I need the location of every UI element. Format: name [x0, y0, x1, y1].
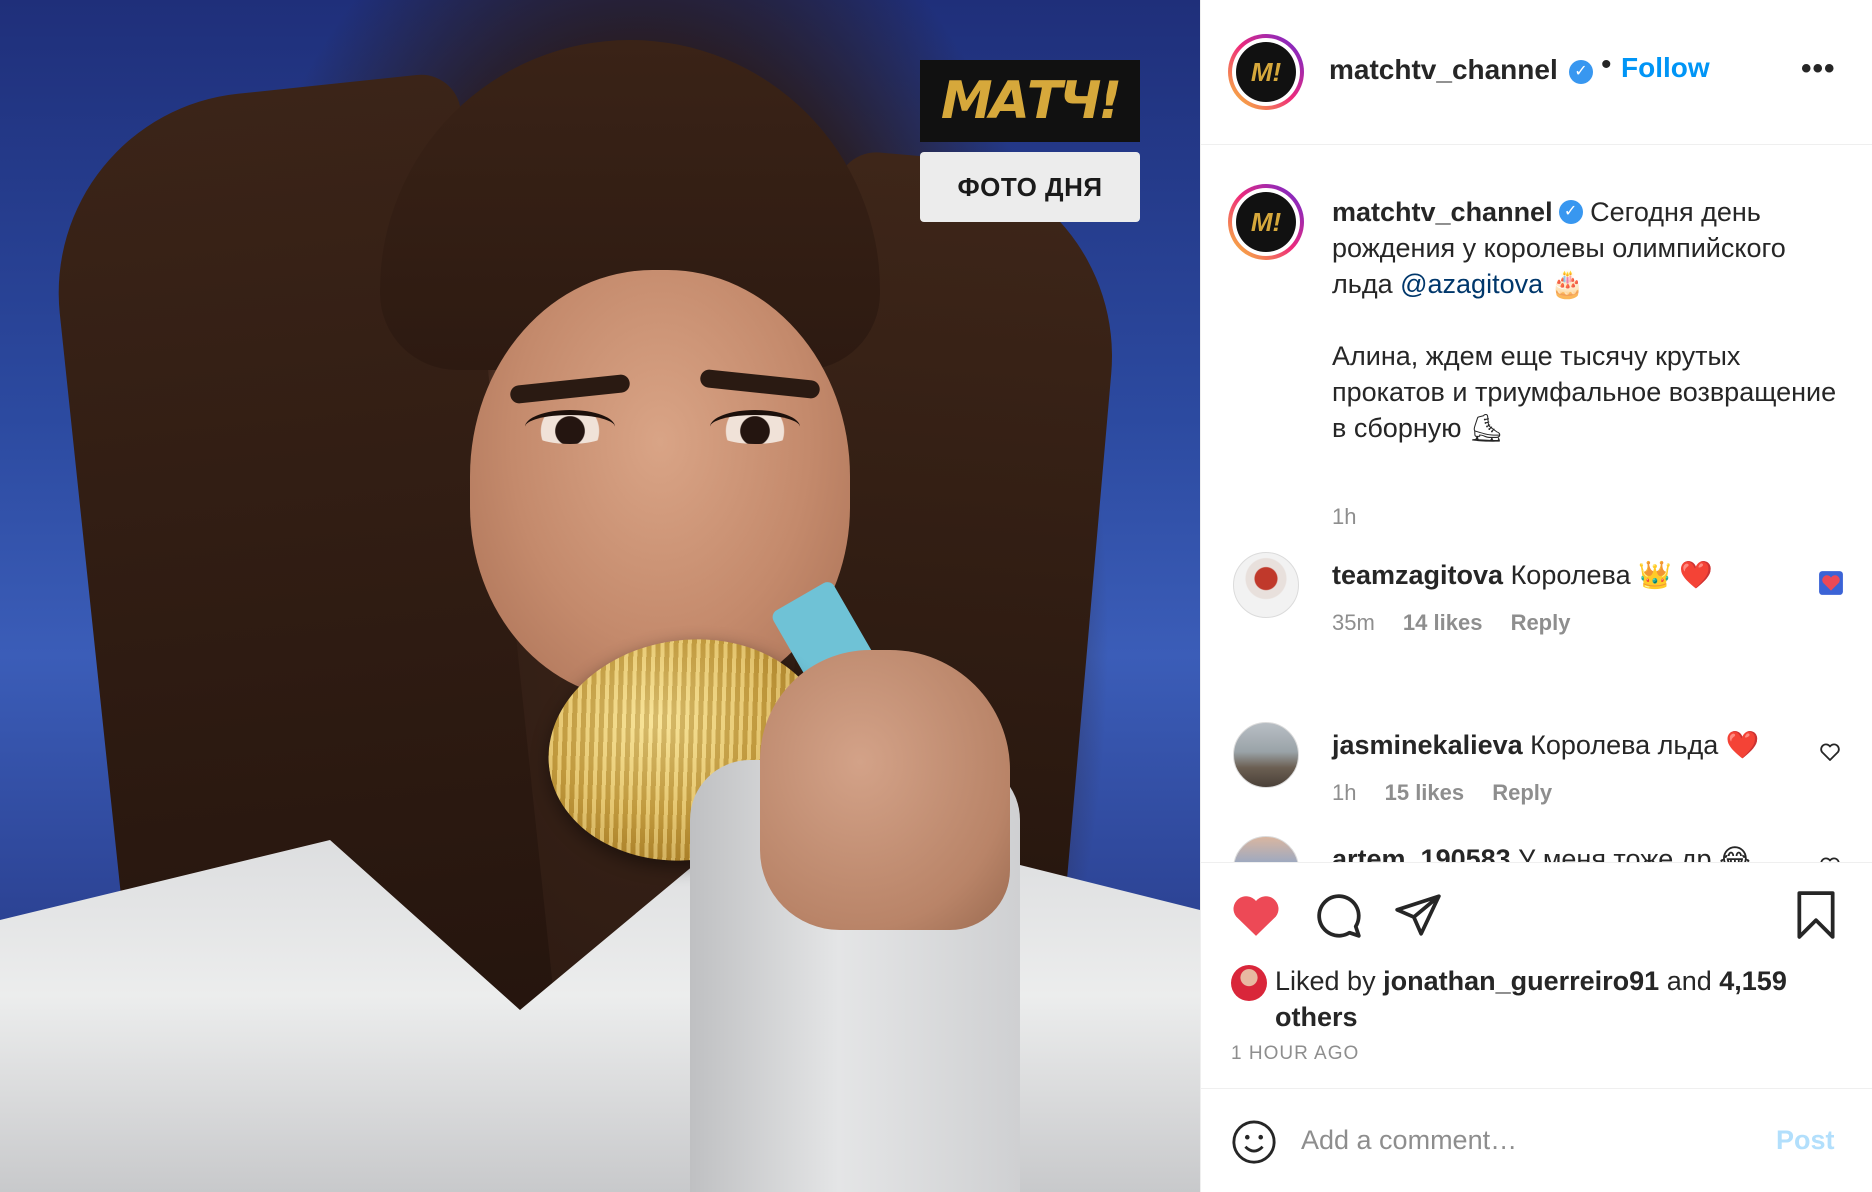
comment-text: artem_190583 У меня тоже др 😂 — [1332, 842, 1812, 862]
caption-body-2: Алина, ждем еще тысячу крутых прокатов и… — [1332, 341, 1837, 443]
liked-by-label: Liked by — [1275, 966, 1376, 996]
reply-button[interactable]: Reply — [1511, 610, 1571, 635]
comment-text: teamzagitova Королева 👑 ❤️ — [1332, 558, 1812, 592]
avatar-logo: M! — [1236, 42, 1296, 102]
cake-emoji: 🎂 — [1550, 269, 1585, 299]
comment-body: Королева 👑 ❤️ — [1510, 560, 1713, 590]
more-options-icon[interactable]: ••• — [1801, 52, 1836, 86]
comment-likes[interactable]: 14 likes — [1403, 610, 1483, 635]
photo-hand — [760, 650, 1010, 930]
skate-emoji: ⛸ — [1469, 413, 1504, 443]
post-sidebar: M! matchtv_channel ✓ • Follow ••• M! mat… — [1200, 0, 1872, 1192]
post-photo[interactable]: МАТЧ! ФОТО ДНЯ — [0, 0, 1200, 1192]
photo-eye — [710, 410, 800, 444]
comment-like-icon[interactable] — [1818, 570, 1844, 603]
photo-eye — [525, 410, 615, 444]
comment-like-icon[interactable] — [1818, 740, 1842, 771]
share-send-icon[interactable] — [1391, 888, 1445, 942]
post-comment-button[interactable]: Post — [1776, 1125, 1835, 1156]
caption-text: matchtv_channel ✓ Сегодня день рождения у… — [1332, 194, 1842, 446]
liker-avatar[interactable] — [1231, 965, 1267, 1001]
bookmark-save-icon[interactable] — [1789, 888, 1843, 942]
add-comment-bar: Post — [1201, 1088, 1872, 1192]
match-logo: МАТЧ! — [920, 60, 1140, 142]
comment-input[interactable] — [1301, 1115, 1731, 1165]
liker-username[interactable]: jonathan_guerreiro91 — [1383, 966, 1659, 996]
comment-text: jasminekalieva Королева льда ❤️ — [1332, 728, 1812, 762]
photo-of-day-tag: ФОТО ДНЯ — [920, 152, 1140, 222]
comment-meta: 35m 14 likes Reply — [1332, 610, 1592, 636]
comment-bubble-icon[interactable] — [1311, 888, 1365, 942]
follow-button[interactable]: Follow — [1621, 52, 1710, 84]
author-avatar[interactable]: M! — [1228, 34, 1304, 110]
author-username[interactable]: matchtv_channel — [1329, 54, 1558, 86]
separator-dot: • — [1601, 48, 1612, 81]
avatar-logo: M! — [1236, 192, 1296, 252]
caption-avatar[interactable]: M! — [1228, 184, 1304, 260]
reply-button[interactable]: Reply — [1492, 780, 1552, 805]
verified-badge-icon: ✓ — [1558, 199, 1583, 224]
comment-like-icon[interactable] — [1818, 854, 1842, 862]
comment-time[interactable]: 35m — [1332, 610, 1375, 635]
comment-username[interactable]: artem_190583 — [1332, 844, 1511, 862]
comment-likes[interactable]: 15 likes — [1385, 780, 1465, 805]
commenter-avatar[interactable] — [1233, 722, 1299, 788]
verified-badge-icon: ✓ — [1569, 60, 1593, 84]
comment-body: У меня тоже др 😂 — [1518, 844, 1751, 862]
caption-username[interactable]: matchtv_channel — [1332, 197, 1553, 227]
mention-link[interactable]: @azagitova — [1400, 269, 1543, 299]
and-label: and — [1666, 966, 1712, 996]
comments-list[interactable]: M! matchtv_channel ✓ Сегодня день рождени… — [1201, 146, 1872, 862]
caption-time[interactable]: 1h — [1332, 504, 1356, 530]
comment-time[interactable]: 1h — [1332, 780, 1356, 805]
post-header: M! matchtv_channel ✓ • Follow ••• — [1201, 0, 1872, 145]
like-heart-icon[interactable] — [1229, 888, 1283, 942]
comment-username[interactable]: teamzagitova — [1332, 560, 1503, 590]
comment-username[interactable]: jasminekalieva — [1332, 730, 1523, 760]
post-actions: Liked by jonathan_guerreiro91 and 4,159 … — [1201, 862, 1872, 1087]
emoji-picker-icon[interactable] — [1231, 1119, 1277, 1165]
comment-body: Королева льда ❤️ — [1530, 730, 1760, 760]
comment-meta: 1h 15 likes Reply — [1332, 780, 1574, 806]
commenter-avatar[interactable] — [1233, 552, 1299, 618]
post-timestamp[interactable]: 1 HOUR AGO — [1231, 1043, 1359, 1065]
commenter-avatar[interactable] — [1233, 836, 1299, 862]
brand-overlay: МАТЧ! ФОТО ДНЯ — [920, 60, 1140, 222]
